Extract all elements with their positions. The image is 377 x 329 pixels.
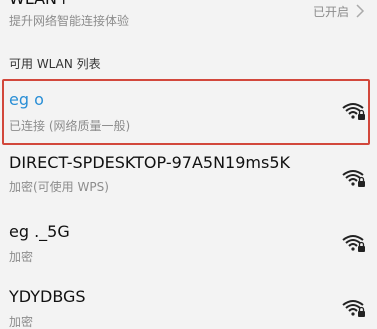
selected-network-highlight (2, 79, 370, 145)
available-wlan-header: 可用 WLAN 列表 (9, 57, 101, 71)
network-item[interactable]: YDYDBGS 加密 (0, 277, 377, 329)
wifi-lock-icon (342, 170, 365, 187)
network-status: 加密 (9, 250, 34, 264)
chevron-right-icon (356, 4, 365, 18)
network-item[interactable]: eg ._5G 加密 (0, 212, 377, 274)
network-item[interactable]: DIRECT-SPDESKTOP-97A5N19ms5K 加密(可使用 WPS) (0, 147, 377, 209)
wlan-plus-row[interactable]: WLAN+ 提升网络智能连接体验 已开启 (0, 0, 377, 40)
network-name: eg ._5G (9, 222, 70, 241)
network-status: 加密(可使用 WPS) (9, 180, 109, 194)
wlan-plus-title: WLAN+ (9, 0, 70, 8)
network-name: YDYDBGS (9, 287, 86, 306)
network-name: DIRECT-SPDESKTOP-97A5N19ms5K (9, 153, 290, 172)
network-status: 加密 (9, 315, 34, 329)
wifi-lock-icon (342, 235, 365, 252)
wifi-lock-icon (342, 300, 365, 317)
wlan-plus-status: 已开启 (312, 5, 349, 19)
wlan-plus-description: 提升网络智能连接体验 (9, 14, 130, 28)
